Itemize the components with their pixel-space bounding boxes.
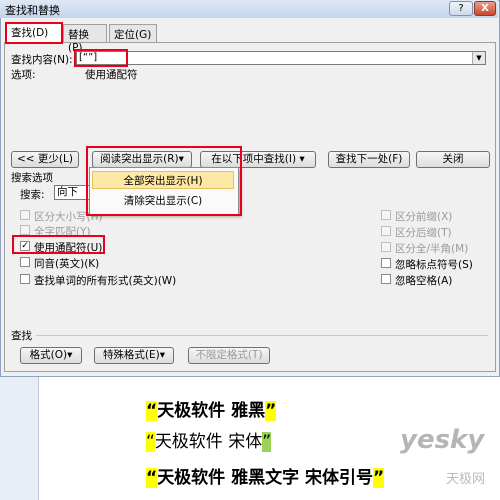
match-prefix-label: 区分前缀(X) [395,211,453,223]
quote-open-1: “ [146,401,158,421]
close-window-button[interactable]: X [474,1,496,16]
sounds-like-checkbox[interactable] [20,257,30,267]
use-wildcards-checkbox[interactable]: ✓ [20,241,30,251]
find-next-button[interactable]: 查找下一处(F) [328,151,410,168]
all-word-forms-checkbox[interactable] [20,274,30,284]
highlight-all-menu-item[interactable]: 全部突出显示(H) [92,171,234,189]
quote-open-2: “ [146,432,155,452]
search-options-title: 搜索选项 [11,172,53,184]
watermark-subtitle: 天极网 [446,472,486,487]
no-format-button[interactable]: 不限定格式(T) [188,347,270,364]
find-value: [“”] [79,52,98,63]
watermark-logo: yesky [400,425,485,455]
special-format-button[interactable]: 特殊格式(E)▾ [94,347,174,364]
options-value: 使用通配符 [85,69,138,81]
match-case-checkbox[interactable] [20,210,30,220]
quote-open-3: “ [146,468,158,488]
vertical-ruler [0,377,39,500]
whole-word-label: 全字匹配(Y) [34,226,91,238]
close-button[interactable]: 关闭 [416,151,490,168]
search-direction-select[interactable]: 向下 [54,185,94,200]
reading-highlight-button[interactable]: 阅读突出显示(R)▾ [92,151,192,168]
window-title: 查找和替换 [5,4,60,17]
find-section-title: 查找 [11,330,32,342]
ignore-space-label: 忽略空格(A) [395,275,453,287]
find-label: 查找内容(N): [11,54,73,66]
less-button[interactable]: << 更少(L) [11,151,79,168]
tab-find[interactable]: 查找(D) [6,22,62,43]
chevron-down-icon[interactable]: ▼ [472,52,485,64]
tab-find-label: 查找(D) [11,27,49,39]
options-label: 选项: [11,69,36,81]
match-width-label: 区分全/半角(M) [395,243,469,255]
whole-word-checkbox[interactable] [20,225,30,235]
search-direction-value: 向下 [57,186,78,198]
sounds-like-label: 同音(英文)(K) [34,258,100,270]
format-button[interactable]: 格式(O)▾ [20,347,82,364]
ignore-punctuation-checkbox[interactable] [381,258,391,268]
tab-replace[interactable]: 替换(P) [63,24,107,54]
doc-text-1: 天极软件 雅黑 [157,401,266,421]
match-suffix-label: 区分后缀(T) [395,227,452,239]
doc-text-2: 天极软件 宋体 [154,432,263,452]
find-input[interactable]: [“”] ▼ [76,51,486,65]
ignore-space-checkbox[interactable] [381,274,391,284]
match-width-checkbox[interactable] [381,242,391,252]
title-bar: 查找和替换 ? X [0,0,498,18]
use-wildcards-label: 使用通配符(U) [34,242,103,254]
all-word-forms-label: 查找单词的所有形式(英文)(W) [34,275,177,287]
tab-goto-label: 定位(G) [114,29,152,41]
quote-close-1: ” [265,401,277,421]
quote-close-2: ” [262,432,272,452]
find-in-button[interactable]: 在以下项中查找(I) ▾ [200,151,316,168]
ignore-punctuation-label: 忽略标点符号(S) [395,259,473,271]
tab-goto[interactable]: 定位(G) [109,24,157,42]
document-line-1: “天极软件 雅黑” [146,396,277,421]
tab-panel [4,42,496,372]
document-line-2: “天极软件 宋体” [146,427,272,452]
quote-close-3: ” [373,468,385,488]
document-line-3: “天极软件 雅黑文字 宋体引号” [146,463,385,488]
match-suffix-checkbox[interactable] [381,226,391,236]
clear-highlight-menu-item[interactable]: 清除突出显示(C) [92,192,234,210]
help-button[interactable]: ? [449,1,473,16]
divider [36,335,488,336]
search-direction-label: 搜索: [20,189,45,201]
match-prefix-checkbox[interactable] [381,210,391,220]
highlight-menu: 全部突出显示(H) 清除突出显示(C) [89,167,239,215]
doc-text-3: 天极软件 雅黑文字 宋体引号 [157,468,374,488]
